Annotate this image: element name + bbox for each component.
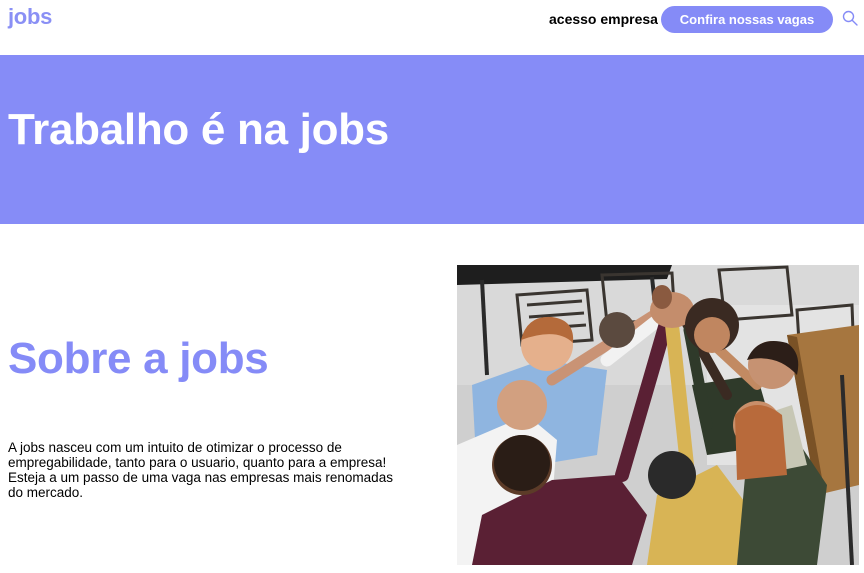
- logo[interactable]: jobs: [8, 4, 52, 30]
- team-high-five-illustration: [457, 265, 859, 565]
- about-paragraph: A jobs nasceu com um intuito de otimizar…: [8, 440, 393, 500]
- team-photo: [457, 265, 859, 565]
- about-title: Sobre a jobs: [8, 334, 269, 383]
- search-icon[interactable]: [842, 10, 858, 26]
- see-jobs-button[interactable]: Confira nossas vagas: [661, 6, 833, 33]
- hero-banner: Trabalho é na jobs: [0, 55, 864, 224]
- hero-title: Trabalho é na jobs: [8, 105, 389, 154]
- top-navbar: jobs acesso empresa Confira nossas vagas: [0, 0, 864, 44]
- company-access-link[interactable]: acesso empresa: [549, 11, 658, 27]
